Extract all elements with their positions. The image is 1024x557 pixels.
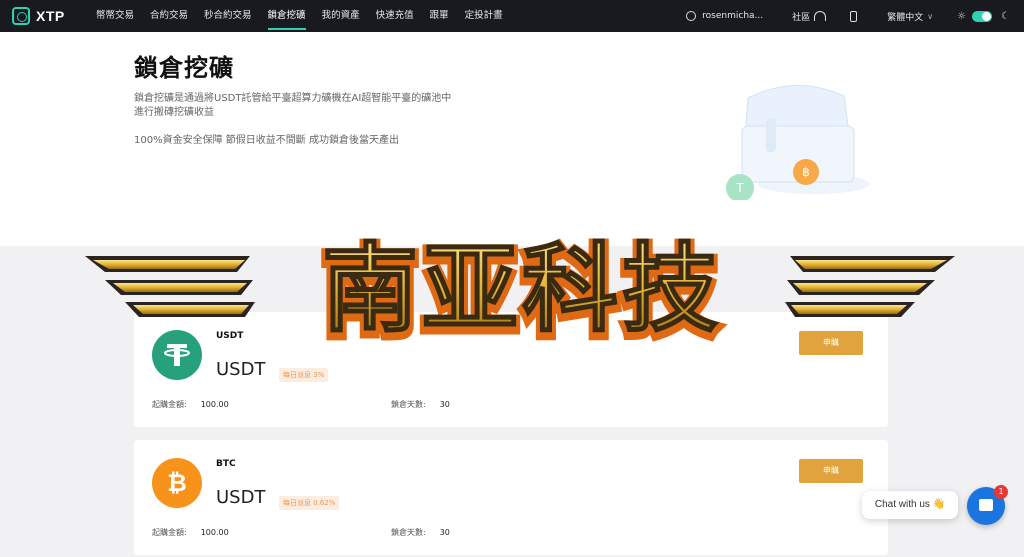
lock-days: 鎖倉天數: 30 [391, 399, 450, 410]
nav-copy-trading[interactable]: 跟單 [422, 0, 457, 32]
svg-text:฿: ฿ [802, 165, 810, 179]
chat-notification-badge: 1 [994, 485, 1008, 499]
page-description: 鎖倉挖礦是通過將USDT託管給平臺超算力礦機在AI超智能平臺的礦池中進行搬磚挖礦… [134, 93, 452, 118]
nav-contract-trading[interactable]: 合約交易 [142, 0, 196, 32]
moon-icon: ☾ [1001, 10, 1010, 22]
product-name: BTC [216, 459, 236, 469]
nav-quick-recharge[interactable]: 快速充值 [368, 0, 422, 32]
min-amount: 起購金額: 100.00 [152, 399, 229, 410]
chevron-down-icon: ∨ [927, 11, 934, 21]
bitcoin-symbol-icon: ₿ [167, 469, 187, 497]
lock-days-value: 30 [439, 400, 450, 409]
phone-icon[interactable] [850, 10, 858, 22]
nav-right: rosenmicha... 社區 繁體中文 ∨ ☼ ☾ [686, 0, 1024, 32]
min-amount-value: 100.00 [200, 400, 229, 409]
subscribe-button[interactable]: 申購 [799, 459, 863, 483]
username[interactable]: rosenmicha... [702, 11, 782, 21]
xtp-logo-icon [12, 7, 30, 25]
btc-coin-icon: ₿ [152, 458, 202, 508]
min-amount-label: 起購金額: [152, 400, 187, 409]
top-navbar: XTP 幣幣交易 合約交易 秒合約交易 鎖倉挖礦 我的資產 快速充值 跟單 定投… [0, 0, 1024, 32]
product-card: ₿ BTC USDT 每日派息 0.62% 申購 起購金額: 100.00 鎖倉天… [134, 440, 888, 555]
community-label: 社區 [792, 12, 811, 23]
treasure-chest-illustration: ฿ T [726, 85, 870, 200]
sun-icon: ☼ [957, 10, 967, 22]
min-amount-label: 起購金額: [152, 528, 187, 537]
user-icon[interactable] [686, 11, 697, 21]
logo-text: XTP [36, 8, 65, 24]
nav-second-contract[interactable]: 秒合約交易 [196, 0, 260, 32]
headset-icon [814, 11, 827, 21]
watermark-text-face: 南亚科技 [322, 233, 722, 345]
nav-spot-trading[interactable]: 幣幣交易 [88, 0, 142, 32]
daily-rate-badge: 每日派息 3% [279, 368, 329, 382]
svg-text:T: T [735, 181, 744, 195]
banner: 鎖倉挖礦 鎖倉挖礦是通過將USDT託管給平臺超算力礦機在AI超智能平臺的礦池中進… [0, 32, 1024, 246]
lock-days: 鎖倉天數: 30 [391, 527, 450, 538]
min-amount-value: 100.00 [200, 528, 229, 537]
theme-toggle[interactable] [972, 10, 993, 22]
lock-days-label: 鎖倉天數: [391, 400, 426, 409]
nav-investment-plan[interactable]: 定投計畫 [457, 0, 511, 32]
product-unit: USDT [216, 487, 266, 508]
lock-days-value: 30 [439, 528, 450, 537]
language-selector[interactable]: 繁體中文 ∨ [887, 10, 933, 23]
chat-prompt[interactable]: Chat with us 👋 [862, 491, 958, 519]
nav-lock-mining[interactable]: 鎖倉挖礦 [260, 0, 314, 32]
svg-text:₿: ₿ [167, 469, 187, 497]
main-nav: 幣幣交易 合約交易 秒合約交易 鎖倉挖礦 我的資產 快速充值 跟單 定投計畫 [88, 0, 511, 32]
nav-my-assets[interactable]: 我的資產 [314, 0, 368, 32]
language-label: 繁體中文 [887, 12, 924, 23]
daily-rate-badge: 每日派息 0.62% [279, 496, 340, 510]
page-title: 鎖倉挖礦 [134, 54, 234, 82]
lock-days-label: 鎖倉天數: [391, 528, 426, 537]
community-link[interactable]: 社區 [792, 10, 827, 23]
min-amount: 起購金額: 100.00 [152, 527, 229, 538]
page-subtitle: 100%資金安全保障 節假日收益不間斷 成功鎖倉後當天產出 [134, 135, 399, 146]
watermark-overlay: 南亚科技 南亚科技 [85, 232, 955, 352]
logo[interactable]: XTP [12, 7, 82, 25]
product-unit: USDT [216, 359, 266, 380]
